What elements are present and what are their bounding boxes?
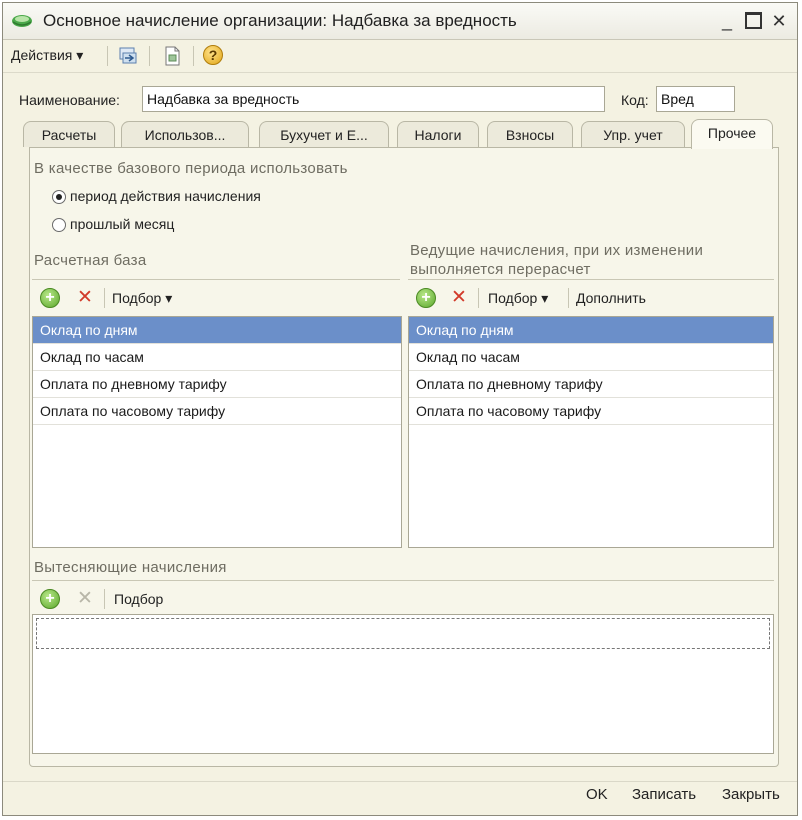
app-logo-icon	[12, 15, 32, 27]
calc-base-pick-button[interactable]: Подбор ▾	[112, 290, 172, 307]
displacing-divider	[32, 580, 774, 581]
close-button[interactable]: Закрыть	[722, 786, 780, 803]
tab-management-accounting[interactable]: Упр. учет	[581, 121, 685, 147]
leading-pick-button[interactable]: Подбор ▾	[488, 290, 548, 307]
toolbar-separator	[193, 46, 194, 66]
leading-toolbar: + ✕ Подбор ▾ Дополнить	[408, 284, 774, 312]
toolbar-separator	[568, 288, 569, 308]
title-bar: Основное начисление организации: Надбавк…	[3, 3, 797, 40]
ok-button[interactable]: OK	[586, 786, 608, 803]
delete-icon[interactable]: ✕	[450, 288, 468, 307]
toolbar-separator	[478, 288, 479, 308]
name-label: Наименование:	[19, 92, 120, 108]
leading-divider	[408, 279, 774, 280]
toolbar-separator	[104, 589, 105, 609]
calc-base-toolbar: + ✕ Подбор ▾	[32, 284, 402, 312]
leading-list[interactable]: Оклад по дням Оклад по часам Оплата по д…	[408, 316, 774, 548]
window-title: Основное начисление организации: Надбавк…	[43, 11, 517, 30]
tab-contributions[interactable]: Взносы	[487, 121, 573, 147]
tab-other[interactable]: Прочее	[691, 119, 773, 149]
list-item[interactable]: Оклад по часам	[33, 344, 401, 371]
displacing-toolbar: + ✕ Подбор	[32, 585, 774, 613]
add-icon[interactable]: +	[416, 288, 436, 308]
list-item[interactable]: Оплата по часовому тарифу	[33, 398, 401, 425]
base-period-title: В качестве базового периода использовать	[34, 160, 348, 177]
calc-base-divider	[32, 279, 400, 280]
minimize-button[interactable]: _	[715, 9, 739, 33]
close-window-button[interactable]: ✕	[767, 9, 791, 33]
structure-icon[interactable]	[117, 45, 139, 67]
help-label: ?	[208, 47, 218, 63]
delete-icon[interactable]: ✕	[76, 589, 94, 608]
radio-period-of-accrual-label[interactable]: период действия начисления	[70, 188, 261, 204]
help-icon[interactable]: ?	[203, 45, 223, 65]
actions-menu-button[interactable]: Действия ▾	[11, 47, 83, 64]
radio-period-of-accrual[interactable]	[52, 190, 66, 204]
tab-accounting[interactable]: Бухучет и Е...	[259, 121, 389, 147]
tab-panel-other: В качестве базового периода использовать…	[29, 147, 779, 767]
leading-title-line2: выполняется перерасчет	[410, 261, 591, 278]
delete-icon[interactable]: ✕	[76, 288, 94, 307]
leading-title-line1: Ведущие начисления, при их изменении	[410, 242, 704, 259]
maximize-button[interactable]	[741, 9, 765, 33]
add-icon[interactable]: +	[40, 288, 60, 308]
toolbar: Действия ▾ ?	[3, 40, 797, 73]
calc-base-title: Расчетная база	[34, 252, 147, 269]
maximize-icon	[744, 12, 762, 30]
name-field[interactable]: Надбавка за вредность	[142, 86, 605, 112]
save-button[interactable]: Записать	[632, 786, 696, 803]
tab-taxes[interactable]: Налоги	[397, 121, 479, 147]
add-icon[interactable]: +	[40, 589, 60, 609]
radio-last-month[interactable]	[52, 218, 66, 232]
toolbar-separator	[107, 46, 108, 66]
list-item[interactable]: Оклад по часам	[409, 344, 773, 371]
tab-calculations[interactable]: Расчеты	[23, 121, 115, 147]
empty-list-row[interactable]	[36, 618, 770, 649]
code-label: Код:	[621, 92, 649, 108]
list-item[interactable]: Оплата по дневному тарифу	[409, 371, 773, 398]
displacing-title: Вытесняющие начисления	[34, 559, 227, 576]
radio-last-month-label[interactable]: прошлый месяц	[70, 216, 174, 232]
code-field[interactable]: Вред	[656, 86, 735, 112]
list-item[interactable]: Оклад по дням	[33, 317, 401, 344]
list-item[interactable]: Оплата по дневному тарифу	[33, 371, 401, 398]
tab-usage[interactable]: Использов...	[121, 121, 249, 147]
toolbar-separator	[149, 46, 150, 66]
displacing-list[interactable]	[32, 614, 774, 754]
displacing-pick-button[interactable]: Подбор	[114, 591, 163, 607]
toolbar-separator	[104, 288, 105, 308]
list-item[interactable]: Оплата по часовому тарифу	[409, 398, 773, 425]
document-icon[interactable]	[161, 45, 183, 67]
leading-fill-button[interactable]: Дополнить	[576, 290, 646, 306]
list-item[interactable]: Оклад по дням	[409, 317, 773, 344]
calc-base-list[interactable]: Оклад по дням Оклад по часам Оплата по д…	[32, 316, 402, 548]
bottom-divider	[3, 781, 797, 782]
dialog-window: Основное начисление организации: Надбавк…	[2, 2, 798, 816]
